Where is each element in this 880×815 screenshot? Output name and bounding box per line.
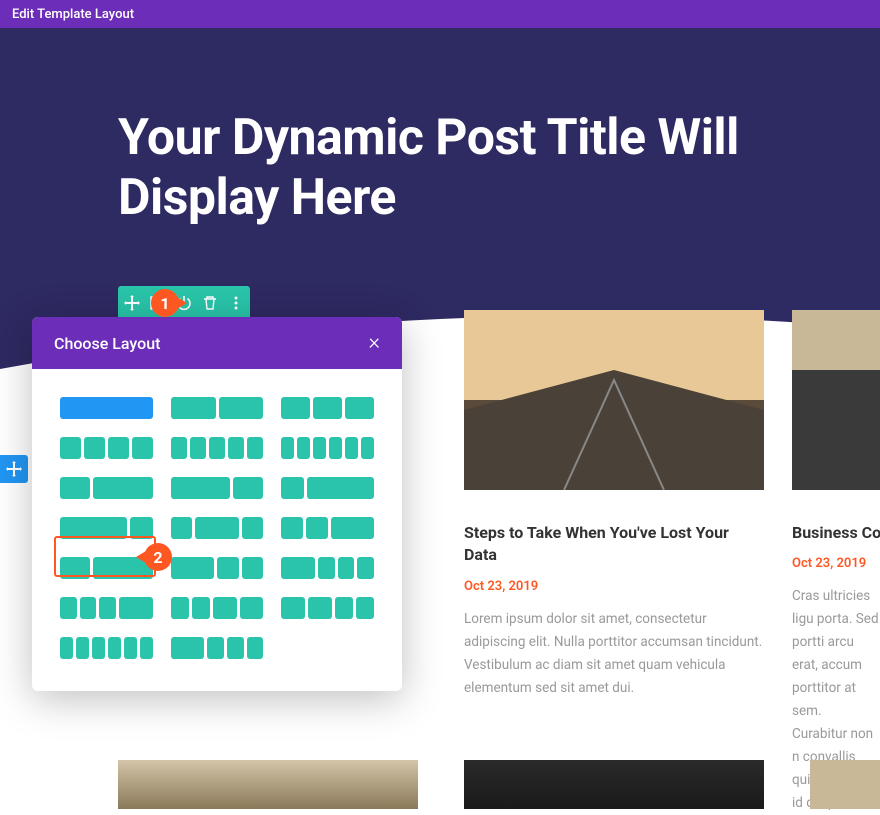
- layout-1col[interactable]: [60, 397, 153, 419]
- layout-1-1-2-2[interactable]: [171, 597, 264, 619]
- post-card: [810, 760, 880, 809]
- layout-2-1-1[interactable]: [171, 557, 264, 579]
- post-image[interactable]: [792, 310, 880, 490]
- post-image[interactable]: [464, 310, 764, 490]
- layout-1-3[interactable]: [281, 477, 374, 499]
- post-card: Steps to Take When You've Lost Your Data…: [464, 310, 764, 815]
- choose-layout-modal: Choose Layout ×: [32, 317, 402, 691]
- layout-1-1-2[interactable]: [281, 517, 374, 539]
- modal-header: Choose Layout ×: [32, 317, 402, 369]
- layout-1-2[interactable]: [60, 477, 153, 499]
- layout-6thin[interactable]: [60, 637, 153, 659]
- post-date: Oct 23, 2019: [464, 579, 764, 594]
- layout-3-1[interactable]: [60, 517, 153, 539]
- topbar: Edit Template Layout: [0, 0, 880, 28]
- close-icon[interactable]: ×: [368, 332, 380, 354]
- post-title[interactable]: Business Coac: [792, 522, 880, 544]
- modal-title: Choose Layout: [54, 334, 160, 353]
- layout-1-2-1[interactable]: [171, 517, 264, 539]
- post-title[interactable]: Steps to Take When You've Lost Your Data: [464, 522, 764, 567]
- layout-2-1[interactable]: [171, 477, 264, 499]
- layout-3-1-1-1[interactable]: [281, 557, 374, 579]
- move-icon[interactable]: [124, 295, 140, 311]
- post-card: Business Coac Oct 23, 2019 Cras ultricie…: [792, 310, 880, 815]
- post-image[interactable]: [118, 760, 418, 809]
- annotation-marker-1: 1: [151, 289, 179, 317]
- layout-2-2-1-1[interactable]: [281, 597, 374, 619]
- post-excerpt: Lorem ipsum dolor sit amet, consectetur …: [464, 608, 764, 700]
- page-title: Your Dynamic Post Title Will Display Her…: [118, 108, 818, 228]
- layout-4col[interactable]: [60, 437, 153, 459]
- more-icon[interactable]: [228, 295, 244, 311]
- layout-5col[interactable]: [171, 437, 264, 459]
- post-date: Oct 23, 2019: [792, 556, 880, 571]
- posts-row-2: [118, 760, 880, 809]
- layout-grid: [32, 369, 402, 691]
- post-image[interactable]: [810, 760, 880, 809]
- add-section-button[interactable]: [0, 455, 28, 483]
- topbar-title: Edit Template Layout: [12, 7, 134, 22]
- layout-3col[interactable]: [281, 397, 374, 419]
- layout-2col[interactable]: [171, 397, 264, 419]
- layout-6col[interactable]: [281, 437, 374, 459]
- trash-icon[interactable]: [202, 295, 218, 311]
- post-card: [464, 760, 764, 809]
- post-card: [118, 760, 418, 809]
- annotation-marker-2: 2: [144, 543, 172, 571]
- modal-arrow: [222, 317, 242, 319]
- post-image[interactable]: [464, 760, 764, 809]
- layout-2-3thin[interactable]: [171, 637, 264, 659]
- layout-1-1-1-3[interactable]: [60, 597, 153, 619]
